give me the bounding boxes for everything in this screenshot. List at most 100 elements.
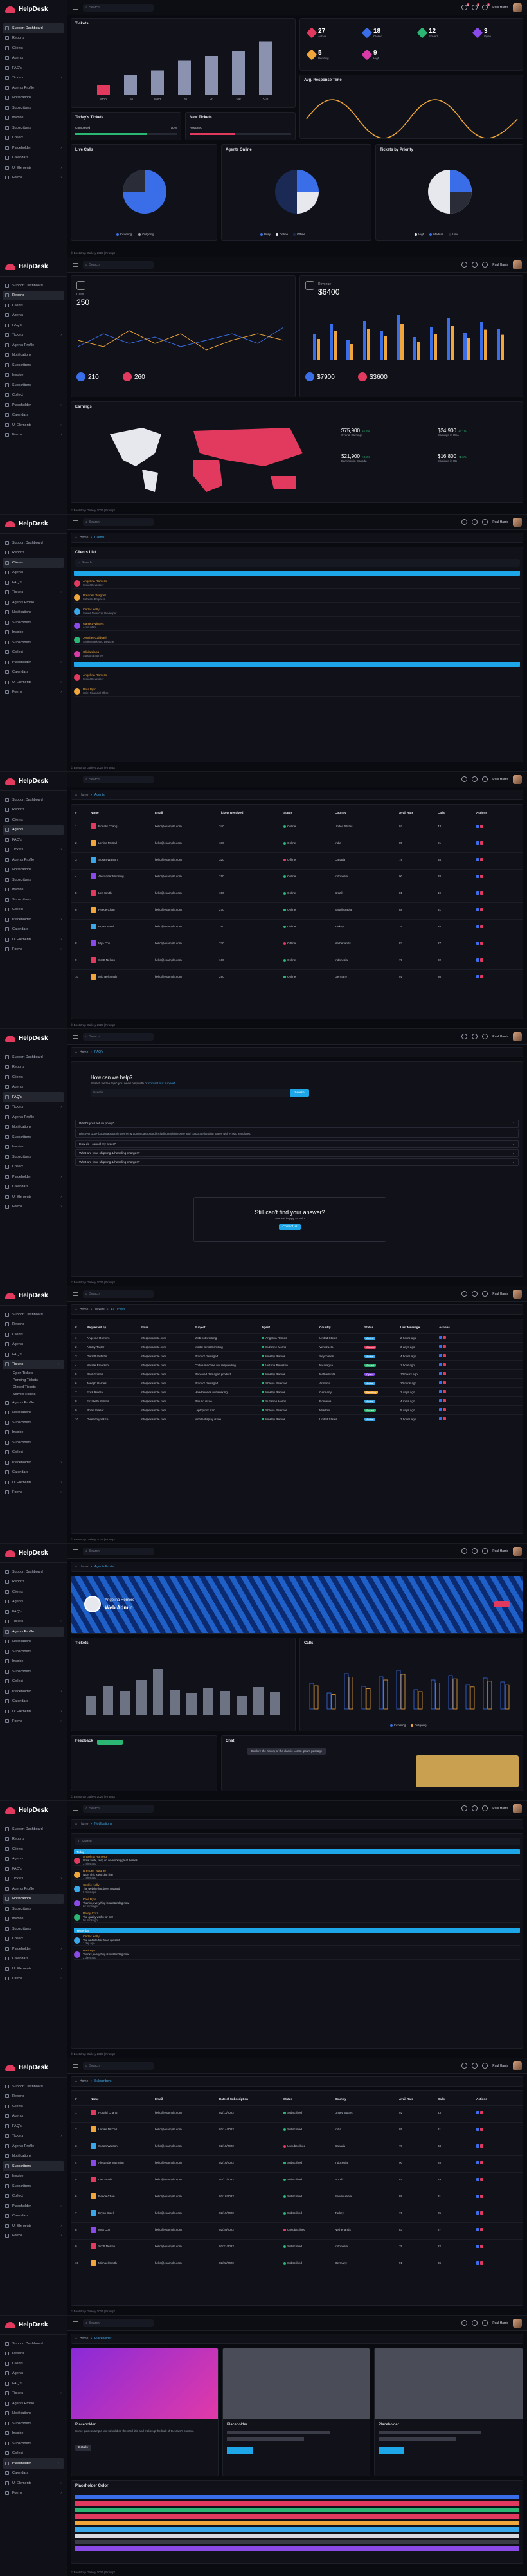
user-avatar[interactable]	[513, 1804, 522, 1813]
column-header[interactable]: Country	[335, 811, 399, 814]
delete-icon[interactable]	[443, 1399, 446, 1402]
search-input[interactable]: ⌕ Search	[83, 1804, 154, 1813]
sidebar-item[interactable]: Clients	[0, 815, 67, 825]
edit-icon[interactable]	[476, 941, 479, 945]
sidebar-item[interactable]: Agents Profile	[0, 598, 67, 608]
bell-icon[interactable]	[461, 2320, 468, 2326]
menu-toggle-icon[interactable]	[73, 520, 78, 524]
user-avatar[interactable]	[513, 1289, 522, 1299]
sidebar-item[interactable]: Agents Profile	[0, 855, 67, 865]
logo[interactable]: HelpDesk	[0, 2316, 67, 2335]
sidebar-item[interactable]: Subscribers	[0, 1647, 67, 1657]
sidebar-item[interactable]: Calendars	[0, 410, 67, 421]
sidebar-item[interactable]: Agents Profile	[3, 1627, 64, 1637]
sidebar-item[interactable]: Subscribers	[0, 2438, 67, 2449]
sidebar-item[interactable]: FAQ's	[0, 835, 67, 845]
sidebar-item[interactable]: Collect	[0, 390, 67, 401]
table-row[interactable]: 8 Elizabeth Santos info@example.com Refund …	[71, 1396, 523, 1405]
sidebar-item[interactable]: Reports	[3, 290, 64, 300]
sidebar-item[interactable]: UI Elements ›	[0, 420, 67, 430]
menu-toggle-icon[interactable]	[73, 1292, 78, 1296]
chat-icon[interactable]	[472, 1805, 478, 1811]
delete-icon[interactable]	[480, 974, 483, 978]
sidebar-item[interactable]: Support Dashboard	[3, 23, 64, 33]
sidebar-item[interactable]: Invoice	[0, 1657, 67, 1667]
sidebar-item[interactable]: UI Elements ›	[0, 2478, 67, 2489]
sidebar-item[interactable]: Agents Profile	[0, 340, 67, 351]
search-input[interactable]: ⌕ Search	[83, 2061, 154, 2070]
edit-icon[interactable]	[476, 2127, 479, 2131]
delete-icon[interactable]	[443, 1363, 446, 1366]
faq-item[interactable]: How do I cancel my order? ⌄	[75, 1140, 519, 1148]
bell-icon[interactable]	[461, 1291, 468, 1297]
sidebar-item[interactable]: Subscribers	[0, 1667, 67, 1677]
bell-icon[interactable]	[461, 262, 468, 268]
user-avatar[interactable]	[513, 517, 522, 527]
sidebar-item[interactable]: Subscribers	[0, 103, 67, 113]
logo[interactable]: HelpDesk	[0, 1029, 67, 1048]
delete-icon[interactable]	[480, 2127, 483, 2131]
bell-icon[interactable]	[461, 1034, 468, 1039]
mail-icon[interactable]	[482, 2320, 488, 2326]
delete-icon[interactable]	[480, 857, 483, 861]
mail-icon[interactable]: 2	[482, 3, 490, 10]
column-header[interactable]: Email	[141, 1326, 195, 1329]
sidebar-item[interactable]: Subscribers	[0, 2181, 67, 2191]
column-header[interactable]: Avail Rate	[399, 2097, 438, 2101]
edit-icon[interactable]	[476, 2211, 479, 2215]
notification-item[interactable]: Paul Byrd Thanks, everything is outstandi…	[74, 1898, 520, 1908]
table-row[interactable]: 2 Lenise McCall hello@example.com 02/14/202…	[71, 2122, 523, 2136]
mail-icon[interactable]	[482, 1548, 488, 1554]
table-row[interactable]: 4 Natalie Emerson info@example.com Coffee m…	[71, 1360, 523, 1369]
delete-icon[interactable]	[480, 874, 483, 878]
home-icon[interactable]: ⌂	[75, 1308, 77, 1311]
edit-icon[interactable]	[439, 1417, 442, 1420]
submenu-item[interactable]: Solved Tickets	[0, 1391, 67, 1398]
sidebar-item[interactable]: Support Dashboard	[0, 1824, 67, 1834]
edit-icon[interactable]	[439, 1336, 442, 1339]
sidebar-item[interactable]: Agents	[3, 825, 64, 835]
table-row[interactable]: 3 Garrett Griffiths info@example.com Produc…	[71, 1351, 523, 1360]
edit-icon[interactable]	[476, 2227, 479, 2231]
sidebar-item[interactable]: Reports	[0, 2092, 67, 2102]
column-header[interactable]: Status	[283, 2097, 335, 2101]
sidebar-item[interactable]: Subscribers	[0, 637, 67, 648]
sidebar-item[interactable]: Tickets ›	[0, 845, 67, 855]
search-input[interactable]: ⌕ Search	[83, 518, 154, 526]
client-list-item[interactable]: Brenden Wagner Software Engineer	[74, 592, 520, 603]
user-name[interactable]: Paul Harris	[492, 6, 508, 10]
column-header[interactable]: Avail Rate	[399, 811, 438, 814]
sidebar-item[interactable]: Forms ›	[0, 688, 67, 698]
sidebar-item[interactable]: Collect	[0, 2449, 67, 2459]
user-name[interactable]: Paul Harris	[492, 1549, 508, 1553]
sidebar-item[interactable]: Subscribers	[0, 1418, 67, 1428]
sidebar-item[interactable]: Notifications	[0, 608, 67, 618]
column-header[interactable]: Actions	[476, 2097, 515, 2101]
delete-icon[interactable]	[480, 841, 483, 845]
table-row[interactable]: 5 Lea Smith hello@example.com 02/17/2022 Sub…	[71, 2172, 523, 2186]
menu-toggle-icon[interactable]	[73, 262, 78, 267]
notification-item[interactable]: Cedric Kelly The website has been updated…	[74, 1935, 520, 1946]
table-row[interactable]: 9 Scott Nelson hello@example.com 02/21/2022…	[71, 2239, 523, 2253]
user-name[interactable]: Paul Harris	[492, 778, 508, 781]
menu-toggle-icon[interactable]	[73, 2063, 78, 2068]
bell-icon[interactable]	[461, 519, 468, 525]
sidebar-item[interactable]: Forms ›	[0, 2489, 67, 2499]
home-icon[interactable]: ⌂	[75, 2079, 77, 2083]
sidebar-item[interactable]: Subscribers	[0, 895, 67, 905]
sidebar-item[interactable]: Support Dashboard	[0, 2081, 67, 2092]
sidebar-item[interactable]: Calendars	[0, 153, 67, 163]
column-header[interactable]: Name	[91, 2097, 155, 2101]
mail-icon[interactable]	[482, 262, 488, 268]
sidebar-item[interactable]: UI Elements ›	[0, 1706, 67, 1717]
table-row[interactable]: 6 Joseph Barnes info@example.com Product da…	[71, 1378, 523, 1387]
sidebar-item[interactable]: Subscribers	[0, 1438, 67, 1448]
column-header[interactable]: Calls	[438, 811, 476, 814]
client-list-item[interactable]: Cedric Kelly Senior Javascript Developer	[74, 607, 520, 617]
sidebar-item[interactable]: Collect	[0, 1448, 67, 1458]
sidebar-item[interactable]: FAQ's	[3, 1092, 64, 1102]
sidebar-item[interactable]: Forms ›	[0, 1974, 67, 1984]
search-input[interactable]: ⌕ Search	[83, 1547, 154, 1555]
menu-toggle-icon[interactable]	[73, 777, 78, 781]
sidebar-item[interactable]: Tickets ›	[0, 2389, 67, 2399]
